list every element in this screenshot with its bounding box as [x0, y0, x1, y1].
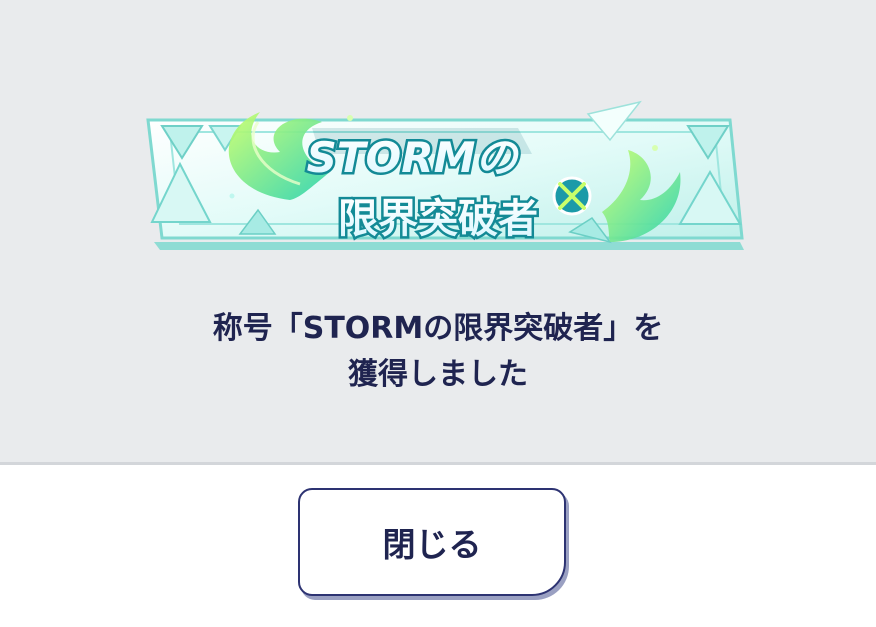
title-banner-image: STORMの 限界突破者	[146, 100, 744, 250]
banner-title-line1: STORMの	[307, 133, 521, 182]
title-acquired-dialog: STORMの 限界突破者 称号「STORMの限界突破者」を 獲得しました 閉じる	[0, 0, 876, 627]
dialog-divider	[0, 462, 876, 465]
acquired-message-line2: 獲得しました	[348, 357, 528, 392]
acquired-message: 称号「STORMの限界突破者」を 獲得しました	[0, 306, 876, 398]
dialog-body: STORMの 限界突破者 称号「STORMの限界突破者」を 獲得しました	[0, 0, 876, 462]
close-button[interactable]: 閉じる	[298, 488, 566, 596]
close-button-label: 閉じる	[382, 525, 482, 564]
storm-emblem-icon	[552, 176, 592, 216]
banner-title-line2: 限界突破者	[338, 196, 538, 242]
acquired-message-line1: 称号「STORMの限界突破者」を	[212, 311, 664, 346]
